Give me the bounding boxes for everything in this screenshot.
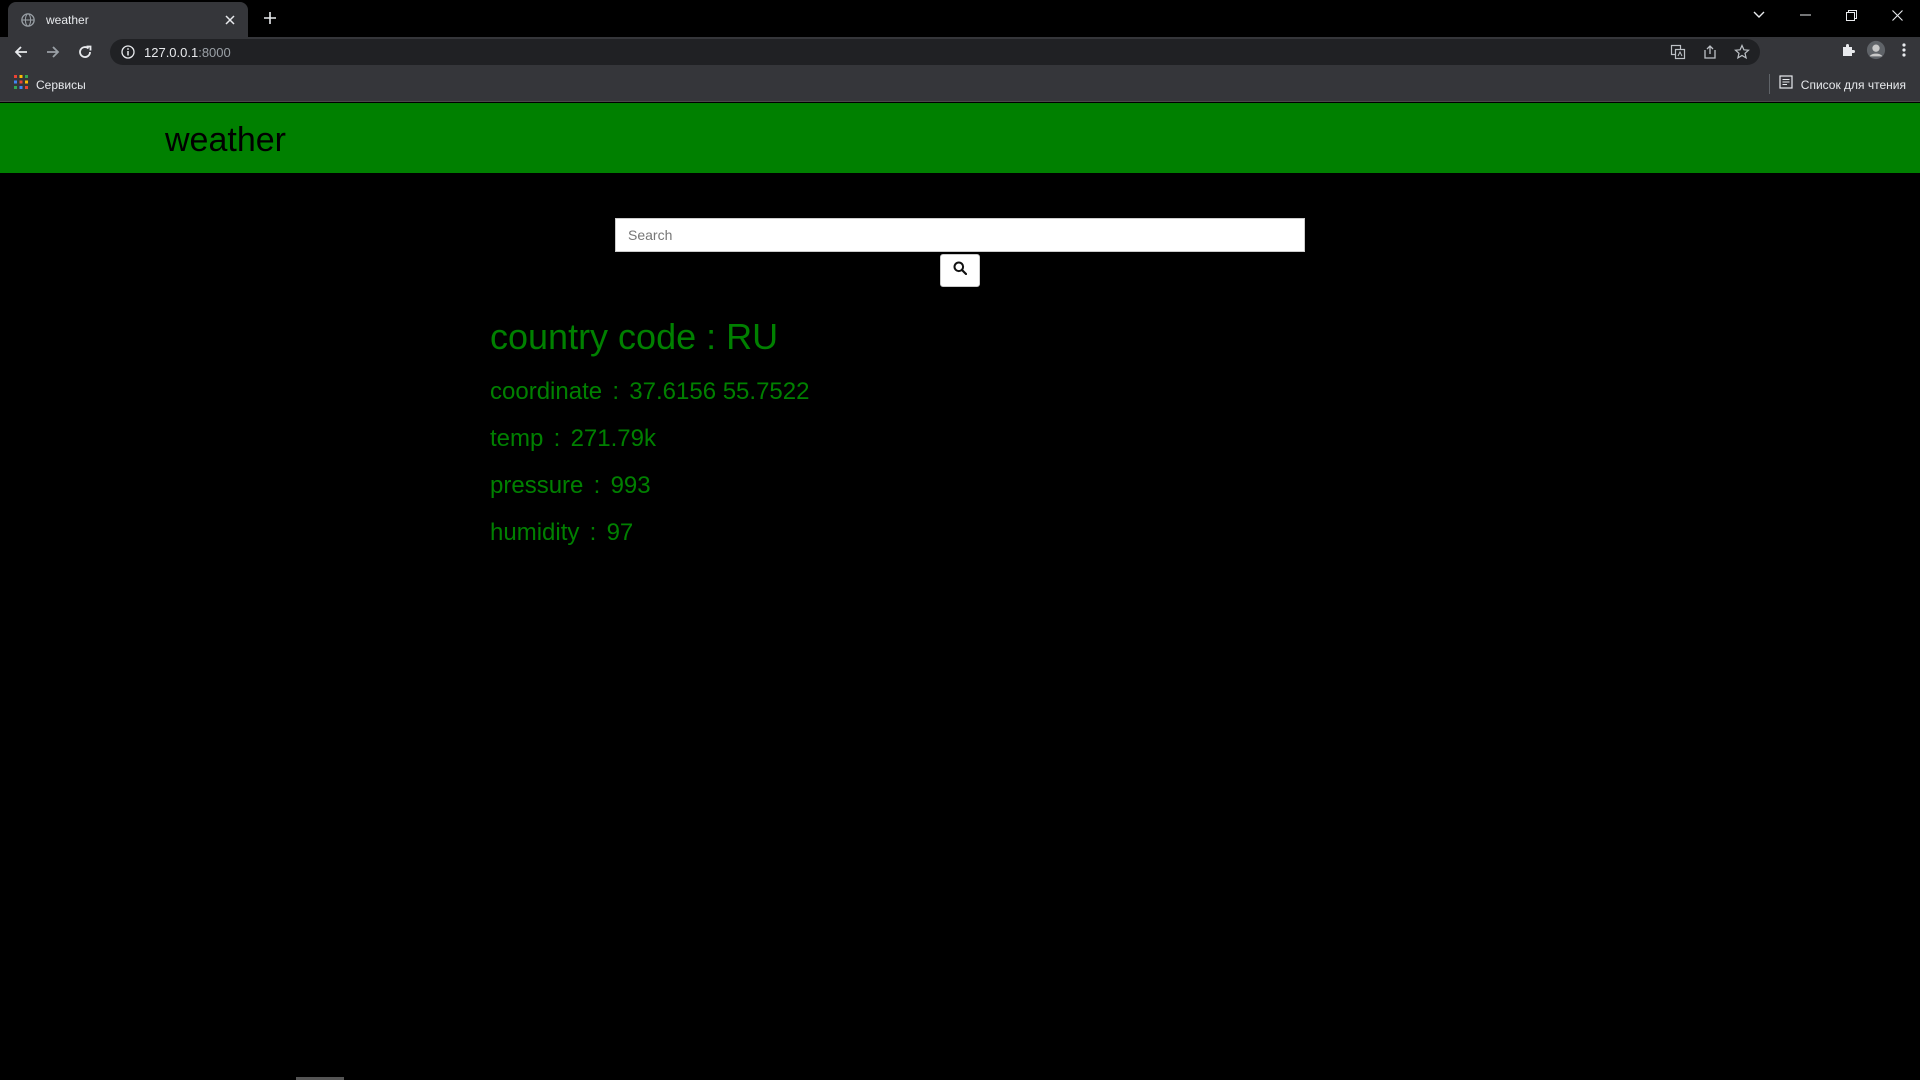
bookmarks-divider (1769, 74, 1770, 94)
url-port: :8000 (198, 44, 231, 60)
reading-list-button[interactable]: Список для чтения (1779, 75, 1906, 94)
humidity-row: humidity : 97 (490, 519, 634, 546)
temp-value: 271.79k (570, 425, 656, 452)
tab-title: weather (46, 12, 89, 27)
close-window-icon[interactable] (1874, 0, 1920, 30)
window-controls (1736, 0, 1920, 30)
reading-list-label: Список для чтения (1800, 77, 1906, 92)
apps-shortcut[interactable]: Сервисы (14, 75, 86, 94)
extensions-icon[interactable] (1838, 40, 1858, 60)
url-text: 127.0.0.1:8000 (144, 45, 231, 60)
menu-kebab-icon[interactable] (1894, 40, 1914, 60)
tab-search-icon[interactable] (1736, 0, 1782, 30)
country-label: country code (490, 316, 697, 357)
pressure-label: pressure (490, 472, 584, 499)
reading-list-icon (1779, 75, 1793, 94)
site-header: weather (0, 103, 1920, 173)
apps-grid-icon (14, 75, 28, 94)
weather-results: country code : RU coordinate : 37.6156 5… (490, 316, 809, 566)
search-button[interactable] (940, 254, 980, 287)
apps-label: Сервисы (36, 77, 86, 92)
pressure-row: pressure : 993 (490, 472, 651, 499)
bookmarks-bar: Сервисы Список для чтения (0, 66, 1920, 102)
bookmark-star-icon[interactable] (1732, 42, 1752, 62)
share-icon[interactable] (1700, 42, 1720, 62)
url-host: 127.0.0.1 (144, 44, 199, 60)
humidity-value: 97 (606, 519, 634, 546)
browser-tab-strip: weather (0, 0, 1920, 37)
site-info-icon[interactable] (120, 44, 136, 60)
address-bar[interactable]: 127.0.0.1:8000 (110, 39, 1760, 65)
search-icon (953, 261, 968, 280)
coordinate-value: 37.6156 55.7522 (629, 378, 810, 405)
country-code-heading: country code : RU (490, 316, 779, 357)
translate-icon[interactable] (1668, 42, 1688, 62)
temp-row: temp : 271.79k (490, 425, 656, 452)
profile-avatar[interactable] (1866, 40, 1886, 60)
country-value: RU (726, 316, 779, 357)
reload-icon[interactable] (73, 40, 97, 64)
close-tab-icon[interactable] (222, 12, 238, 28)
forward-icon[interactable] (41, 40, 65, 64)
temp-label: temp (490, 425, 544, 452)
minimize-icon[interactable] (1782, 0, 1828, 30)
coordinate-label: coordinate (490, 378, 603, 405)
coordinate-row: coordinate : 37.6156 55.7522 (490, 378, 810, 405)
new-tab-button[interactable] (258, 6, 282, 30)
browser-tab[interactable]: weather (8, 2, 248, 37)
humidity-label: humidity (490, 519, 580, 546)
site-brand[interactable]: weather (165, 121, 286, 160)
restore-icon[interactable] (1828, 0, 1874, 30)
browser-toolbar: 127.0.0.1:8000 (0, 37, 1920, 66)
pressure-value: 993 (610, 472, 651, 499)
page-content: weather country code : RU coordinate : 3… (0, 103, 1920, 1080)
search-input[interactable] (615, 218, 1305, 252)
globe-icon (20, 12, 36, 28)
back-icon[interactable] (9, 40, 33, 64)
